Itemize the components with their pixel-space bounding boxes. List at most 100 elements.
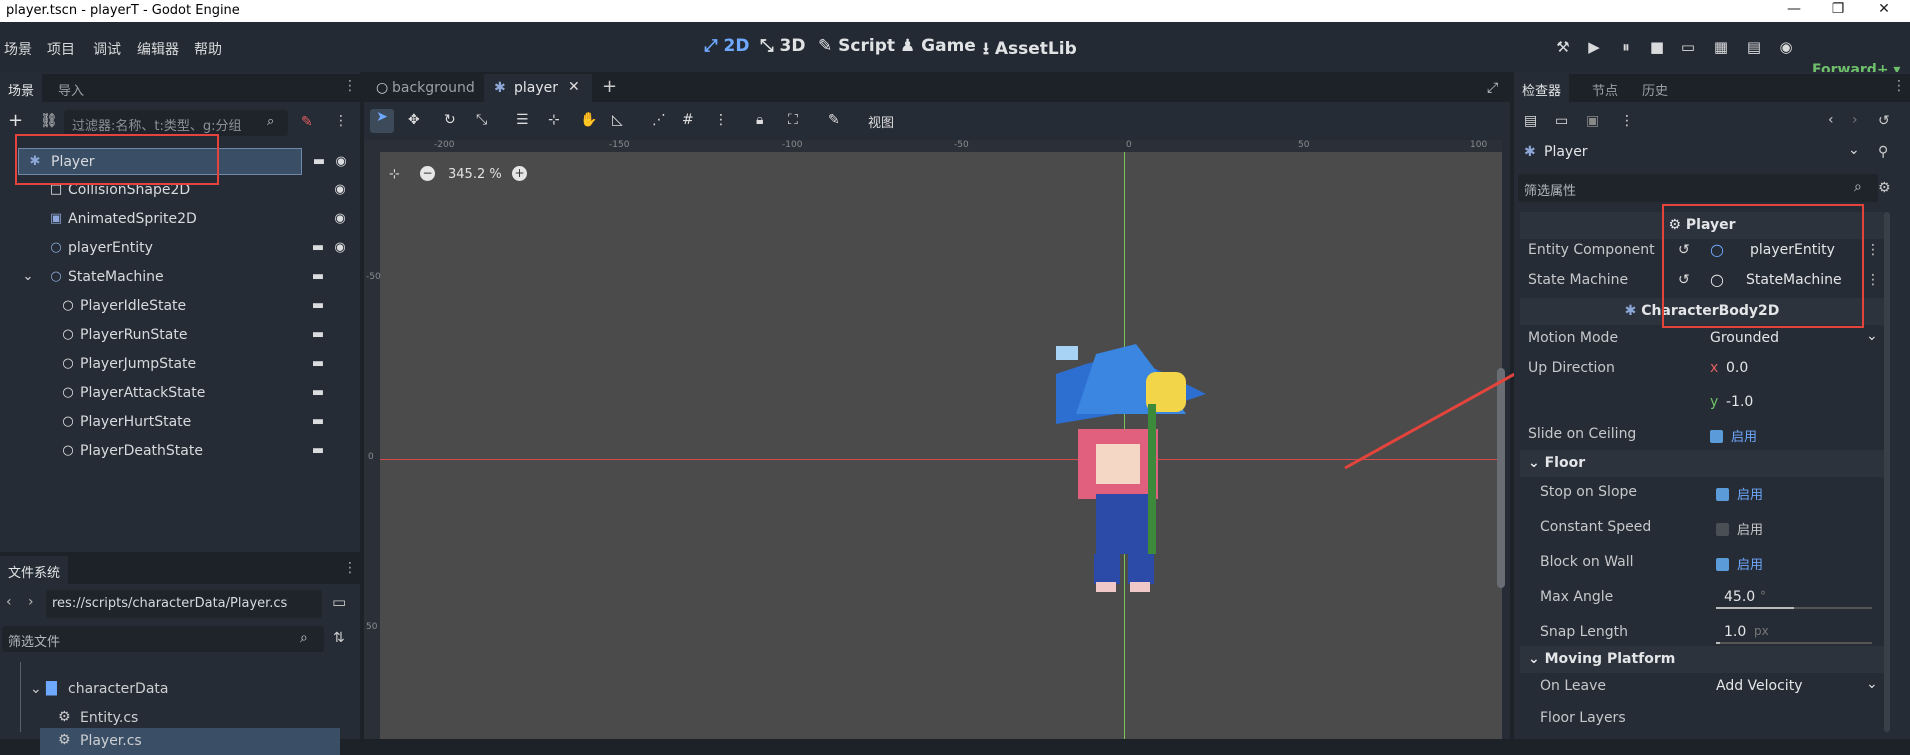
select-mode-icon[interactable]: ➤: [370, 109, 394, 133]
visibility-eye-icon[interactable]: ◉: [332, 240, 348, 256]
workspace-assetlib-button[interactable]: ⭳ AssetLib: [983, 36, 1077, 65]
menu-editor[interactable]: 编辑器: [137, 39, 179, 59]
history-back-icon[interactable]: ‹: [1828, 112, 1834, 128]
minimize-button[interactable]: —: [1782, 1, 1806, 21]
ruler-icon[interactable]: ◺: [612, 112, 623, 128]
back-icon[interactable]: ‹: [6, 594, 12, 610]
split-view-icon[interactable]: ▭: [332, 593, 346, 611]
tab-node[interactable]: 节点: [1584, 74, 1626, 102]
on-leave-dropdown[interactable]: Add Velocity: [1716, 678, 1802, 694]
inspector-filter-input[interactable]: 筛选属性 ⌕: [1518, 174, 1878, 202]
menu-scene[interactable]: 场景: [4, 39, 32, 59]
pause-icon[interactable]: ⏸: [1616, 38, 1636, 58]
stop-icon[interactable]: ■: [1647, 38, 1667, 58]
scene-node-playerrunstate[interactable]: ○ PlayerRunState ▬: [0, 322, 350, 349]
visibility-eye-icon[interactable]: ◉: [332, 182, 348, 198]
filesystem-filter-input[interactable]: 筛选文件 ⌕: [2, 626, 324, 652]
scene-node-playerdeathstate[interactable]: ○ PlayerDeathState ▬: [0, 438, 350, 465]
chevron-down-icon[interactable]: ⌄: [20, 269, 36, 285]
filesystem-path-field[interactable]: res://scripts/characterData/Player.cs: [46, 590, 322, 618]
scene-node-animatedsprite2d[interactable]: ▣ AnimatedSprite2D ◉: [0, 206, 350, 233]
list-item-file-selected[interactable]: ⚙ Player.cs: [40, 728, 340, 755]
hammer-icon[interactable]: ⚒: [1553, 38, 1573, 58]
new-tab-icon[interactable]: +: [602, 76, 617, 97]
link-icon[interactable]: ⛓: [40, 113, 58, 129]
lock-icon[interactable]: 🔒︎: [756, 112, 763, 128]
sort-icon[interactable]: ⇅: [333, 630, 345, 646]
dock-menu-icon[interactable]: ⋮: [343, 560, 357, 576]
constant-speed-checkbox[interactable]: 启用: [1716, 519, 1763, 538]
play-icon[interactable]: ▶: [1584, 38, 1604, 58]
history-forward-icon[interactable]: ›: [1852, 112, 1858, 128]
tab-inspector[interactable]: 检查器: [1514, 74, 1570, 102]
tab-import[interactable]: 导入: [50, 74, 92, 102]
play-scene-icon[interactable]: ▦: [1711, 38, 1731, 58]
pan-icon[interactable]: ✋: [580, 112, 597, 128]
script-icon[interactable]: ▬: [310, 298, 326, 314]
script-icon[interactable]: ▬: [310, 385, 326, 401]
workspace-game-button[interactable]: ♟ Game: [900, 36, 976, 56]
script-icon[interactable]: ▬: [310, 356, 326, 372]
tab-scene[interactable]: 场景: [0, 74, 43, 102]
scene-node-statemachine[interactable]: ⌄ ○ StateMachine ▬: [0, 264, 350, 291]
tab-background[interactable]: ○ background: [366, 74, 482, 102]
script-icon[interactable]: ▬: [310, 414, 326, 430]
scene-menu-icon[interactable]: ⋮: [334, 113, 348, 129]
docs-icon[interactable]: ⚲: [1878, 144, 1888, 160]
history-icon[interactable]: ↺: [1878, 113, 1890, 129]
scene-node-playerhurtstate[interactable]: ○ PlayerHurtState ▬: [0, 409, 350, 436]
scene-filter-input[interactable]: 过滤器:名称、t:类型、g:分组 ⌕: [64, 110, 288, 136]
snap-length-value[interactable]: 1.0: [1724, 624, 1746, 640]
player-sprite[interactable]: [1016, 334, 1216, 604]
zoom-out-icon[interactable]: −: [420, 166, 435, 181]
max-angle-slider[interactable]: [1716, 607, 1872, 609]
dock-menu-icon[interactable]: ⋮: [343, 78, 357, 94]
script-icon[interactable]: ▬: [310, 327, 326, 343]
max-angle-value[interactable]: 45.0: [1724, 589, 1755, 605]
pivot-icon[interactable]: ⊹: [548, 112, 560, 128]
menu-help[interactable]: 帮助: [194, 39, 222, 59]
zoom-in-icon[interactable]: +: [512, 166, 527, 181]
tab-player[interactable]: ✱ player ✕: [484, 74, 592, 102]
tab-history[interactable]: 历史: [1634, 74, 1676, 102]
scene-node-playerattackstate[interactable]: ○ PlayerAttackState ▬: [0, 380, 350, 407]
close-tab-icon[interactable]: ✕: [568, 79, 580, 95]
list-select-icon[interactable]: ☰: [516, 112, 529, 128]
bone-icon[interactable]: ✎: [828, 112, 840, 128]
visibility-eye-icon[interactable]: ◉: [332, 211, 348, 227]
chevron-down-icon[interactable]: ⌄: [1866, 676, 1878, 692]
section-floor[interactable]: ⌄ Floor: [1520, 450, 1884, 477]
2d-viewport[interactable]: [380, 152, 1502, 739]
tab-filesystem[interactable]: 文件系统: [0, 556, 69, 584]
rotate-mode-icon[interactable]: ↻: [444, 112, 456, 128]
zoom-level[interactable]: 345.2 %: [448, 167, 502, 182]
script-icon[interactable]: ▬: [310, 269, 326, 285]
scale-mode-icon[interactable]: ⤡: [476, 112, 487, 128]
maximize-button[interactable]: ❐: [1826, 1, 1850, 21]
distraction-free-icon[interactable]: ⤢: [1487, 80, 1498, 96]
group-icon[interactable]: ⛶: [788, 112, 798, 128]
script-attach-icon[interactable]: ✎: [301, 114, 313, 130]
inspector-scrollbar[interactable]: [1884, 212, 1890, 732]
view-menu[interactable]: 视图: [868, 112, 894, 131]
up-direction-x[interactable]: 0.0: [1726, 360, 1748, 376]
play-custom-scene-icon[interactable]: ▤: [1744, 38, 1764, 58]
settings-icon[interactable]: ⚙: [1878, 180, 1891, 196]
save-icon[interactable]: ▣: [1586, 113, 1599, 129]
workspace-3d-button[interactable]: ⤡ 3D: [760, 36, 805, 56]
workspace-script-button[interactable]: ✎ Script: [818, 36, 895, 56]
chevron-down-icon[interactable]: ⌄: [1866, 328, 1878, 344]
scene-node-playerjumpstate[interactable]: ○ PlayerJumpState ▬: [0, 351, 350, 378]
scene-node-playeridlestate[interactable]: ○ PlayerIdleState ▬: [0, 293, 350, 320]
object-selector[interactable]: ✱ Player ⌄: [1520, 138, 1876, 166]
add-node-icon[interactable]: +: [8, 110, 23, 131]
snap-options-icon[interactable]: ⋮: [714, 112, 728, 128]
visibility-eye-icon[interactable]: ◉: [333, 154, 349, 170]
script-icon[interactable]: ▬: [310, 240, 326, 256]
stop-on-slope-checkbox[interactable]: 启用: [1716, 484, 1763, 503]
up-direction-y[interactable]: -1.0: [1726, 394, 1753, 410]
script-icon[interactable]: ▬: [311, 154, 327, 170]
snap-length-slider[interactable]: [1716, 642, 1872, 644]
forward-icon[interactable]: ›: [28, 594, 34, 610]
dock-menu-icon[interactable]: ⋮: [1892, 78, 1906, 94]
